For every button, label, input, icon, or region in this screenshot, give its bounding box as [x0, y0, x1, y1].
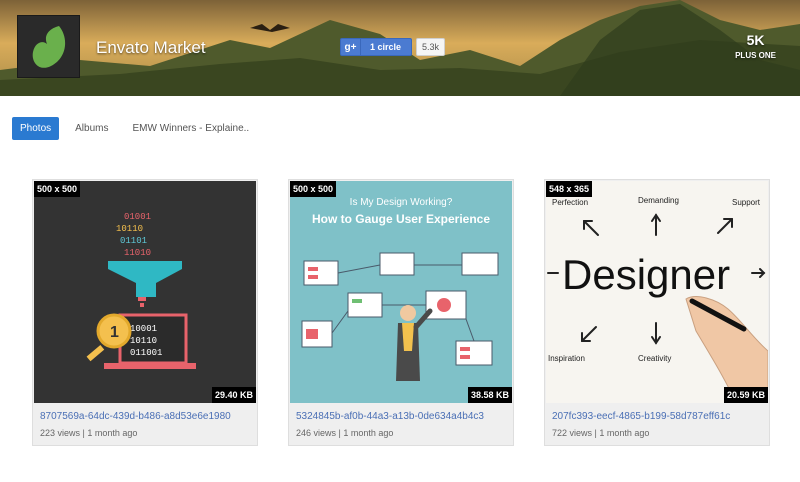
- ux-diagram-illustration: Is My Design Working? How to Gauge User …: [290, 181, 512, 403]
- image-subtitle: Is My Design Working?: [350, 197, 453, 208]
- photo-thumbnail[interactable]: Is My Design Working? How to Gauge User …: [290, 181, 512, 403]
- binary-row: 11010: [124, 248, 151, 258]
- sketch-label: Inspiration: [548, 354, 585, 363]
- photo-meta: 246 views | 1 month ago: [296, 428, 394, 438]
- binary-row: 01001: [124, 212, 151, 222]
- photo-meta: 223 views | 1 month ago: [40, 428, 138, 438]
- follow-label: 1 circle: [370, 42, 402, 52]
- plus-one-label: PLUS ONE: [735, 51, 776, 60]
- image-dimensions: 500 x 500: [290, 181, 337, 197]
- photo-thumbnail[interactable]: Perfection Demanding Support Inspiration…: [546, 181, 768, 403]
- sketch-label: Support: [732, 198, 761, 207]
- sketch-label: Creativity: [638, 354, 671, 363]
- binary-row: 01101: [120, 236, 147, 246]
- funnel-data-illustration: 01001 10110 01101 11010 10001 10110 0110…: [34, 181, 256, 403]
- photo-name-link[interactable]: 5324845b-af0b-44a3-a13b-0de634a4b4c3: [296, 411, 484, 422]
- photo-card[interactable]: Is My Design Working? How to Gauge User …: [288, 179, 514, 446]
- brand-logo[interactable]: [17, 15, 80, 78]
- gallery-tabs: Photos Albums EMW Winners - Explaine..: [12, 117, 261, 140]
- file-size: 20.59 KB: [723, 387, 768, 403]
- google-plus-follow-button[interactable]: g+ 1 circle: [340, 38, 413, 56]
- badge-number: 1: [110, 324, 119, 341]
- google-plus-icon: g+: [341, 39, 361, 55]
- photo-card[interactable]: Perfection Demanding Support Inspiration…: [544, 179, 770, 446]
- photo-meta: 722 views | 1 month ago: [552, 428, 650, 438]
- photo-name-link[interactable]: 207fc393-eecf-4865-b199-58d787eff61c: [552, 411, 730, 422]
- photo-card[interactable]: 01001 10110 01101 11010 10001 10110 0110…: [32, 179, 258, 446]
- file-size: 29.40 KB: [211, 387, 256, 403]
- plus-one-counter: 5K PLUS ONE: [735, 32, 776, 60]
- tab-albums[interactable]: Albums: [63, 117, 120, 140]
- sketch-label: Demanding: [638, 196, 679, 205]
- image-title: How to Gauge User Experience: [312, 212, 490, 226]
- designer-sketch-illustration: Perfection Demanding Support Inspiration…: [546, 181, 768, 403]
- photo-thumbnail[interactable]: 01001 10110 01101 11010 10001 10110 0110…: [34, 181, 256, 403]
- tab-emw-winners[interactable]: EMW Winners - Explaine..: [121, 117, 262, 140]
- google-plus-widget: g+ 1 circle 5.3k: [340, 38, 446, 56]
- page: Envato Market g+ 1 circle 5.3k 5K PLUS O…: [0, 0, 800, 482]
- binary-row: 10110: [116, 224, 143, 234]
- plus-one-value: 5K: [746, 32, 765, 48]
- sketch-word: Designer: [562, 251, 730, 298]
- follower-count: 5.3k: [416, 38, 446, 56]
- screen-row: 10110: [130, 336, 157, 346]
- photo-name-link[interactable]: 8707569a-64dc-439d-b486-a8d53e6e1980: [40, 411, 231, 422]
- screen-row: 011001: [130, 348, 162, 358]
- brand-name[interactable]: Envato Market: [96, 38, 206, 58]
- image-dimensions: 548 x 365: [546, 181, 593, 197]
- file-size: 38.58 KB: [467, 387, 512, 403]
- image-dimensions: 500 x 500: [34, 181, 81, 197]
- sketch-label: Perfection: [552, 198, 588, 207]
- screen-row: 10001: [130, 324, 157, 334]
- tab-photos[interactable]: Photos: [12, 117, 60, 140]
- envato-leaf-icon: [32, 25, 65, 68]
- cover-banner: Envato Market g+ 1 circle 5.3k 5K PLUS O…: [0, 0, 800, 96]
